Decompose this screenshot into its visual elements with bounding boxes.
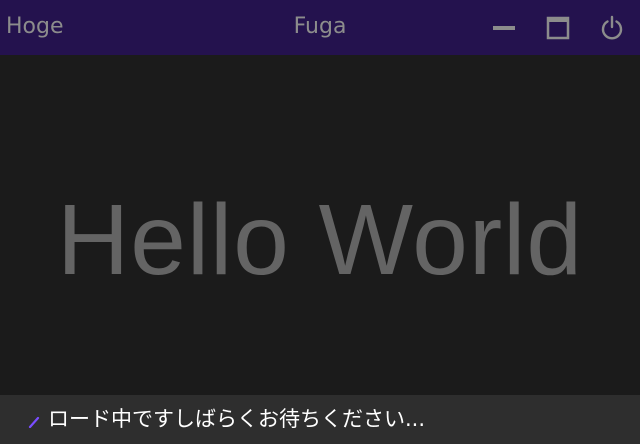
loading-message: ロード中ですしばらくお待ちください... <box>48 407 426 431</box>
hello-world-heading: Hello World <box>57 184 583 296</box>
power-button[interactable] <box>594 10 630 46</box>
spinner-icon <box>28 416 40 428</box>
minimize-icon <box>493 26 515 30</box>
main-content: Hello World <box>0 55 640 395</box>
maximize-button[interactable] <box>540 10 576 46</box>
power-icon <box>601 15 623 40</box>
maximize-icon <box>546 16 570 40</box>
status-bar: ロード中ですしばらくお待ちください... <box>0 395 640 444</box>
title-bar: Hoge Fuga <box>0 0 640 55</box>
app-window: Hoge Fuga Hello World ロード中ですしばらくお待ちください.… <box>0 0 640 444</box>
minimize-button[interactable] <box>486 10 522 46</box>
